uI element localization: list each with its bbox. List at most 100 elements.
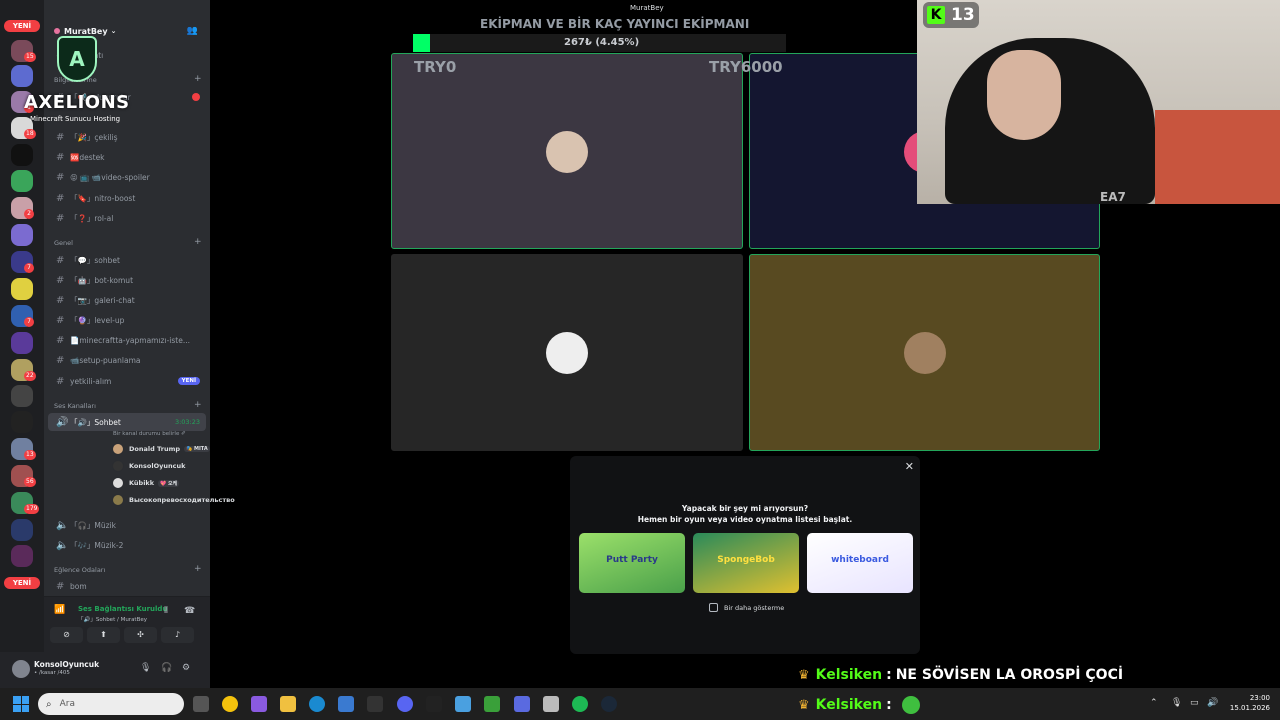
screen-share-button[interactable]: ⬆ xyxy=(87,627,120,643)
user-status: • /kasar /405 xyxy=(34,670,70,676)
channel-minecraftta[interactable]: # 📄 minecraftta-yapmamızı-iste... xyxy=(48,331,206,349)
close-icon[interactable]: ✕ xyxy=(905,460,914,473)
channel-video-spoiler[interactable]: # 😝 📺 📹 video-spoiler xyxy=(48,168,206,186)
windows-start-icon[interactable] xyxy=(13,696,29,712)
video-tile-3[interactable] xyxy=(391,254,743,451)
channel-emoji: 「🔮」 xyxy=(70,315,95,325)
category-eglence[interactable]: Eğlence Odaları + xyxy=(54,564,202,574)
voice-user[interactable]: Donald Trump 🎭 MITA xyxy=(112,442,210,456)
voice-channel-muzik[interactable]: 🔈 「🎧」 Müzik xyxy=(48,516,206,534)
channel-yetkili-alim[interactable]: # yetkili-alım YENİ xyxy=(48,372,206,390)
soundboard-button[interactable]: ♪ xyxy=(161,627,194,643)
voice-channel-sohbet[interactable]: 🔊 「🔊」 Sohbet 3:03:23 xyxy=(48,413,206,431)
server-icon[interactable] xyxy=(11,411,33,433)
activity-card-putt-party[interactable]: Putt Party xyxy=(579,533,685,593)
category-genel[interactable]: Genel + xyxy=(54,237,202,247)
avatar xyxy=(112,477,124,489)
chrome-icon[interactable] xyxy=(222,696,238,712)
channel-nitro-boost[interactable]: # 「🔖」 nitro-boost xyxy=(48,189,206,207)
activity-card-spongebob[interactable]: SpongeBob xyxy=(693,533,799,593)
add-member-icon[interactable]: 👥 xyxy=(187,26,198,36)
webcam-face xyxy=(987,50,1061,140)
server-icon[interactable] xyxy=(11,224,33,246)
headphones-icon[interactable]: 🎧 xyxy=(161,663,172,673)
video-tile-4[interactable] xyxy=(749,254,1100,451)
voice-user[interactable]: KonsolOyuncuk xyxy=(112,459,185,473)
video-tile-1[interactable] xyxy=(391,53,743,249)
clock[interactable]: 23:00 15.01.2026 xyxy=(1228,693,1270,713)
channel-status-hint[interactable]: Bir kanal durumu belirle ✐ xyxy=(113,431,186,437)
activity-card-whiteboard[interactable]: whiteboard xyxy=(807,533,913,593)
voice-user[interactable]: Высокопревосходительство xyxy=(112,493,235,507)
channel-cekilis[interactable]: # 「🎉」 çekiliş xyxy=(48,128,206,146)
server-icon[interactable] xyxy=(11,519,33,541)
server-icon[interactable] xyxy=(11,170,33,192)
server-name: MuratBey xyxy=(64,26,108,36)
server-icon[interactable] xyxy=(11,545,33,567)
server-icon[interactable] xyxy=(11,144,33,166)
dont-show-again[interactable]: Bir daha gösterme xyxy=(709,603,784,612)
channel-level-up[interactable]: # 「🔮」 level-up xyxy=(48,311,206,329)
noise-suppression-icon[interactable]: ⦀ xyxy=(164,606,168,616)
avatar[interactable] xyxy=(12,660,30,678)
gear-icon[interactable]: ⚙ xyxy=(182,663,190,673)
app-icon[interactable] xyxy=(514,696,530,712)
add-channel-icon[interactable]: + xyxy=(194,74,202,84)
signal-icon[interactable]: 📶 xyxy=(54,605,65,615)
category-ses-kanallari[interactable]: Ses Kanalları + xyxy=(54,400,202,410)
steam-icon[interactable] xyxy=(601,696,617,712)
channel-label: level-up xyxy=(94,315,125,325)
store-icon[interactable] xyxy=(338,696,354,712)
speaker-icon: 🔈 xyxy=(56,519,69,531)
file-explorer-icon[interactable] xyxy=(280,696,296,712)
discord-icon[interactable] xyxy=(397,696,413,712)
unread-count: 22 xyxy=(24,371,36,381)
add-channel-icon[interactable]: + xyxy=(194,237,202,247)
camera-off-button[interactable]: ⊘ xyxy=(50,627,83,643)
channel-sohbet[interactable]: # 「💬」 sohbet xyxy=(48,251,206,269)
disconnect-icon[interactable]: ☎ xyxy=(184,606,195,616)
channel-rol-al[interactable]: # 「❓」 rol-al xyxy=(48,209,206,227)
channel-setup-puanlama[interactable]: # 📹 setup-puanlama xyxy=(48,351,206,369)
volume-icon[interactable]: 🔊 xyxy=(1207,698,1218,708)
channel-bom[interactable]: # bom xyxy=(48,577,206,595)
app-icon[interactable] xyxy=(455,696,471,712)
channel-destek[interactable]: # 🆘 destek xyxy=(48,148,206,166)
server-icon[interactable] xyxy=(11,278,33,300)
microphone-icon[interactable]: 🎙 xyxy=(140,663,151,673)
task-view-icon[interactable] xyxy=(193,696,209,712)
user-tag: 🎭 MITA xyxy=(184,446,210,452)
app-icon[interactable] xyxy=(543,696,559,712)
copilot-icon[interactable] xyxy=(251,696,267,712)
donation-goal-title: EKİPMAN VE BİR KAÇ YAYINCI EKİPMANI xyxy=(480,17,750,31)
minecraft-icon[interactable] xyxy=(484,696,500,712)
voice-user[interactable]: Kübikk 💖 오케 xyxy=(112,476,180,490)
voice-status[interactable]: Ses Bağlantısı Kuruldu xyxy=(78,605,167,613)
edge-icon[interactable] xyxy=(309,696,325,712)
category-label: Ses Kanalları xyxy=(54,402,96,410)
taskbar-search[interactable]: ⌕ Ara xyxy=(38,693,184,715)
user-name[interactable]: KonsolOyuncuk xyxy=(34,660,99,669)
capcut-icon[interactable] xyxy=(426,696,442,712)
add-channel-icon[interactable]: + xyxy=(194,400,202,410)
checkbox[interactable] xyxy=(709,603,718,612)
channel-bot-komut[interactable]: # 「🤖」 bot-komut xyxy=(48,271,206,289)
voice-channel-muzik-2[interactable]: 🔈 「🎶」 Müzik-2 xyxy=(48,536,206,554)
app-icon[interactable] xyxy=(367,696,383,712)
chevron-up-icon[interactable]: ⌃ xyxy=(1150,698,1158,708)
voice-channel-path[interactable]: 「🔊」Sohbet / MuratBey xyxy=(78,615,147,623)
channel-label: nitro-boost xyxy=(94,193,136,203)
hash-icon: # xyxy=(56,192,65,204)
microphone-icon[interactable]: 🎙 xyxy=(1171,698,1182,708)
streamer-webcam: EA7 xyxy=(917,0,1280,204)
add-channel-icon[interactable]: + xyxy=(194,564,202,574)
shirt-text: EA7 xyxy=(1100,190,1126,204)
display-icon[interactable]: ▭ xyxy=(1190,698,1199,708)
activities-button[interactable]: ✣ xyxy=(124,627,157,643)
channel-emoji: 📹 xyxy=(70,355,80,365)
channel-galeri-chat[interactable]: # 「📷」 galeri-chat xyxy=(48,291,206,309)
server-icon[interactable] xyxy=(11,332,33,354)
channel-label: sohbet xyxy=(94,255,120,265)
server-icon[interactable] xyxy=(11,385,33,407)
spotify-icon[interactable] xyxy=(572,696,588,712)
